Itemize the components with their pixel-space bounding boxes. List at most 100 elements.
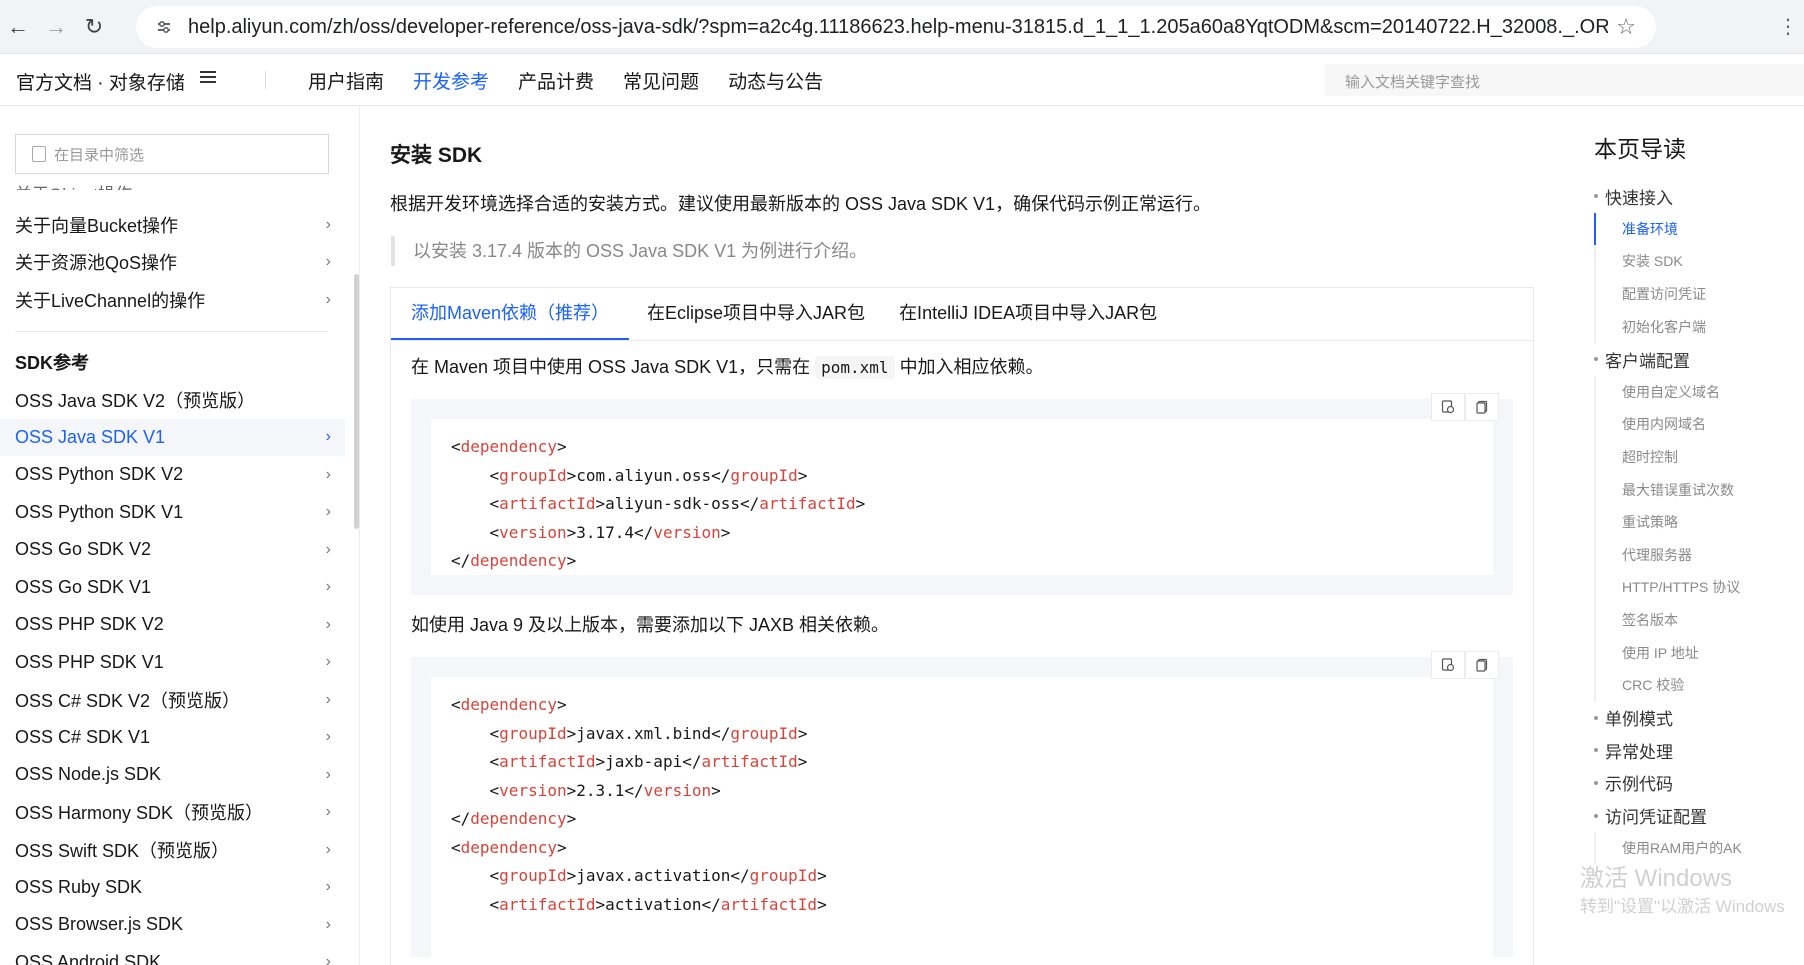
sidebar-item[interactable]: OSS Node.js SDK › xyxy=(0,756,345,794)
sidebar-item[interactable]: 关于资源池QoS操作 › xyxy=(0,244,345,282)
sidebar-item[interactable]: OSS Harmony SDK（预览版） › xyxy=(0,794,345,832)
open-in-ide-icon[interactable] xyxy=(1431,651,1465,679)
nav-user-guide[interactable]: 用户指南 xyxy=(308,67,384,94)
sidebar-item[interactable]: OSS Python SDK V2 › xyxy=(0,456,345,494)
sidebar-item[interactable]: OSS PHP SDK V2 › xyxy=(0,606,345,644)
bookmark-star-icon[interactable]: ☆ xyxy=(1616,14,1636,40)
hamburger-menu-icon[interactable] xyxy=(198,68,218,88)
toc-item-l2[interactable]: 使用RAM用户的AK xyxy=(1594,831,1804,865)
site-header: 官方文档 · 对象存储 用户指南 开发参考 产品计费 常见问题 动态与公告 输入… xyxy=(0,54,1804,106)
nav-developer-reference[interactable]: 开发参考 xyxy=(413,67,489,94)
chevron-right-icon: › xyxy=(325,690,331,708)
sidebar-item-label: 关于向量Bucket操作 xyxy=(15,215,179,236)
toc-item-l2[interactable]: CRC 校验 xyxy=(1594,668,1804,702)
nav-news[interactable]: 动态与公告 xyxy=(728,67,823,94)
browser-menu-icon[interactable]: ⋮ xyxy=(1778,14,1798,39)
toc-item-l1[interactable]: 客户端配置 xyxy=(1564,343,1804,376)
xml-tag: dependency xyxy=(460,837,557,857)
code-toolbar xyxy=(1431,651,1499,679)
toc-item-label: 快速接入 xyxy=(1605,188,1673,208)
page-toc: 本页导读 快速接入 准备环境 安装 SDK 配置访问凭证 初始化客户端 客户端配置 使用自定… xyxy=(1564,106,1804,965)
sidebar-section-heading[interactable]: SDK参考 xyxy=(0,344,345,382)
sidebar-scrollbar[interactable] xyxy=(354,274,359,529)
toc-item-l1[interactable]: 单例模式 xyxy=(1564,702,1804,735)
toc-item-label: 使用 IP 地址 xyxy=(1622,644,1699,661)
sidebar-item[interactable]: OSS Swift SDK（预览版） › xyxy=(0,831,345,869)
sidebar-item-active[interactable]: OSS Java SDK V1 › xyxy=(0,418,345,456)
toc-item-l1[interactable]: 访问凭证配置 xyxy=(1564,799,1804,832)
toc-item-label: 超时控制 xyxy=(1622,449,1678,466)
sidebar-item[interactable]: OSS C# SDK V2（预览版） › xyxy=(0,681,345,719)
toc-item-label: 最大错误重试次数 xyxy=(1622,481,1734,498)
sidebar-item[interactable]: OSS Go SDK V1 › xyxy=(0,569,345,607)
tab-intellij[interactable]: 在IntelliJ IDEA项目中导入JAR包 xyxy=(885,288,1177,340)
header-divider xyxy=(265,71,266,89)
copy-icon[interactable] xyxy=(1465,393,1499,421)
chevron-right-icon: › xyxy=(325,465,331,483)
toc-item-l2[interactable]: 重试策略 xyxy=(1594,505,1804,539)
toc-item-label: 配置访问凭证 xyxy=(1622,286,1706,303)
toc-item-label: 重试策略 xyxy=(1622,514,1678,531)
sidebar-item[interactable]: OSS Browser.js SDK › xyxy=(0,906,345,944)
toc-item-l2[interactable]: 准备环境 xyxy=(1594,212,1804,246)
toc-item-l1[interactable]: 异常处理 xyxy=(1564,734,1804,767)
sidebar-item[interactable]: OSS Python SDK V1 › xyxy=(0,494,345,532)
sidebar-item-cut[interactable]: 关于Object操作 xyxy=(15,180,132,190)
note-quote: 以安装 3.17.4 版本的 OSS Java SDK V1 为例进行介绍。 xyxy=(391,236,867,266)
toc-item-l2[interactable]: 配置访问凭证 xyxy=(1594,277,1804,311)
bullet-icon xyxy=(1594,748,1598,753)
toc-item-l2[interactable]: 使用内网域名 xyxy=(1594,408,1804,441)
tab-maven[interactable]: 添加Maven依赖（推荐） xyxy=(391,288,630,340)
xml-value: jaxb-api xyxy=(605,752,683,771)
url-text[interactable]: help.aliyun.com/zh/oss/developer-referen… xyxy=(188,16,1608,39)
forward-icon[interactable]: → xyxy=(38,9,74,45)
sidebar-item[interactable]: OSS Android SDK › xyxy=(0,944,345,965)
code-toolbar xyxy=(1431,393,1499,421)
sidebar-item[interactable]: OSS PHP SDK V1 › xyxy=(0,644,345,682)
toc-item-l2[interactable]: HTTP/HTTPS 协议 xyxy=(1594,571,1804,604)
code-content[interactable]: <dependency> <groupId>javax.xml.bind</gr… xyxy=(431,677,1493,957)
sidebar-item[interactable]: 关于LiveChannel的操作 › xyxy=(0,281,345,319)
chevron-right-icon: › xyxy=(325,840,331,858)
chevron-right-icon: › xyxy=(325,615,331,633)
xml-tag: dependency xyxy=(460,695,557,714)
sidebar-filter-input[interactable]: 在目录中筛选 xyxy=(15,134,329,174)
brand-title[interactable]: 官方文档 · 对象存储 xyxy=(16,68,185,95)
toc-item-l2[interactable]: 最大错误重试次数 xyxy=(1594,473,1804,506)
toc-item-label: 使用自定义域名 xyxy=(1622,383,1720,400)
sidebar-item-label: OSS Ruby SDK xyxy=(15,876,143,897)
toc-item-label: 安装 SDK xyxy=(1622,253,1683,270)
code-content[interactable]: <dependency> <groupId>com.aliyun.oss</gr… xyxy=(431,419,1493,575)
doc-search-input[interactable]: 输入文档关键字查找 xyxy=(1325,64,1804,96)
tab-eclipse[interactable]: 在Eclipse项目中导入JAR包 xyxy=(629,288,885,340)
sidebar-item-label: OSS C# SDK V2（预览版） xyxy=(15,690,241,711)
toc-item-l2[interactable]: 安装 SDK xyxy=(1594,245,1804,278)
back-icon[interactable]: ← xyxy=(0,9,36,45)
sidebar-item[interactable]: 关于向量Bucket操作 › xyxy=(0,206,345,244)
sidebar-item[interactable]: OSS Ruby SDK › xyxy=(0,869,345,907)
chevron-right-icon: › xyxy=(325,503,331,521)
toc-item-l1[interactable]: 快速接入 xyxy=(1564,180,1804,213)
tab-bar: 添加Maven依赖（推荐） 在Eclipse项目中导入JAR包 在Intelli… xyxy=(391,288,1533,341)
toc-item-l1[interactable]: 示例代码 xyxy=(1564,767,1804,800)
toc-item-l2[interactable]: 签名版本 xyxy=(1594,603,1804,637)
toc-item-l2[interactable]: 超时控制 xyxy=(1594,440,1804,474)
toc-item-label: 客户端配置 xyxy=(1605,351,1690,371)
open-in-ide-icon[interactable] xyxy=(1431,393,1465,421)
reload-icon[interactable]: ↻ xyxy=(76,9,112,45)
sidebar-item-label: OSS PHP SDK V2 xyxy=(15,614,164,635)
toc-item-l2[interactable]: 使用自定义域名 xyxy=(1594,375,1804,409)
nav-faq[interactable]: 常见问题 xyxy=(623,67,699,94)
copy-icon[interactable] xyxy=(1465,651,1499,679)
nav-pricing[interactable]: 产品计费 xyxy=(518,67,594,94)
sidebar-item[interactable]: OSS Java SDK V2（预览版） xyxy=(0,381,345,419)
toc-item-l2[interactable]: 代理服务器 xyxy=(1594,538,1804,572)
toc-item-l2[interactable]: 使用 IP 地址 xyxy=(1594,636,1804,669)
toc-item-l2[interactable]: 初始化客户端 xyxy=(1594,310,1804,343)
sidebar-item[interactable]: OSS C# SDK V1 › xyxy=(0,719,345,757)
sidebar-item-label: OSS Go SDK V1 xyxy=(15,576,152,597)
sidebar-item[interactable]: OSS Go SDK V2 › xyxy=(0,531,345,569)
address-bar[interactable]: help.aliyun.com/zh/oss/developer-referen… xyxy=(136,6,1656,48)
site-info-icon[interactable] xyxy=(150,13,178,41)
code-block: <dependency> <groupId>javax.xml.bind</gr… xyxy=(411,651,1513,957)
